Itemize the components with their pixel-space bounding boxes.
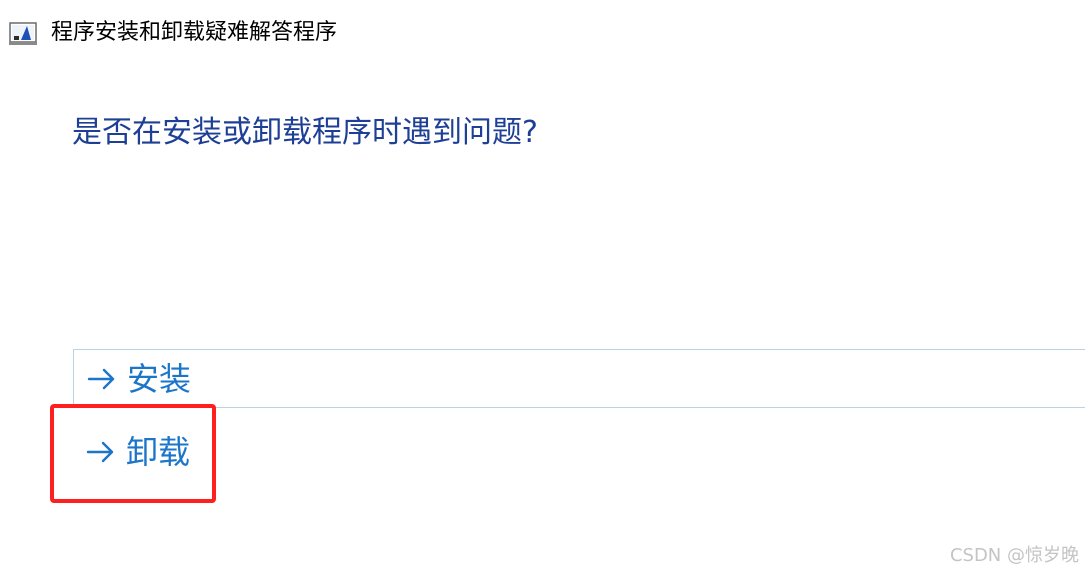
install-option-link[interactable]: 安装: [73, 349, 1085, 408]
window-title: 程序安装和卸载疑难解答程序: [51, 20, 338, 45]
troubleshooter-window: 程序安装和卸载疑难解答程序 是否在安装或卸载程序时遇到问题? 安装 卸载 CSD…: [0, 0, 1085, 571]
arrow-right-icon: [85, 436, 117, 468]
uninstall-option-link[interactable]: 卸载: [73, 420, 233, 484]
uninstall-option-label: 卸载: [126, 433, 191, 471]
page-question: 是否在安装或卸载程序时遇到问题?: [72, 115, 538, 150]
troubleshooter-app-icon: [9, 20, 39, 46]
title-bar: 程序安装和卸载疑难解答程序: [9, 18, 337, 48]
watermark: CSDN @惊岁晚: [949, 545, 1079, 566]
install-option-label: 安装: [127, 359, 192, 398]
arrow-right-icon: [86, 363, 118, 395]
